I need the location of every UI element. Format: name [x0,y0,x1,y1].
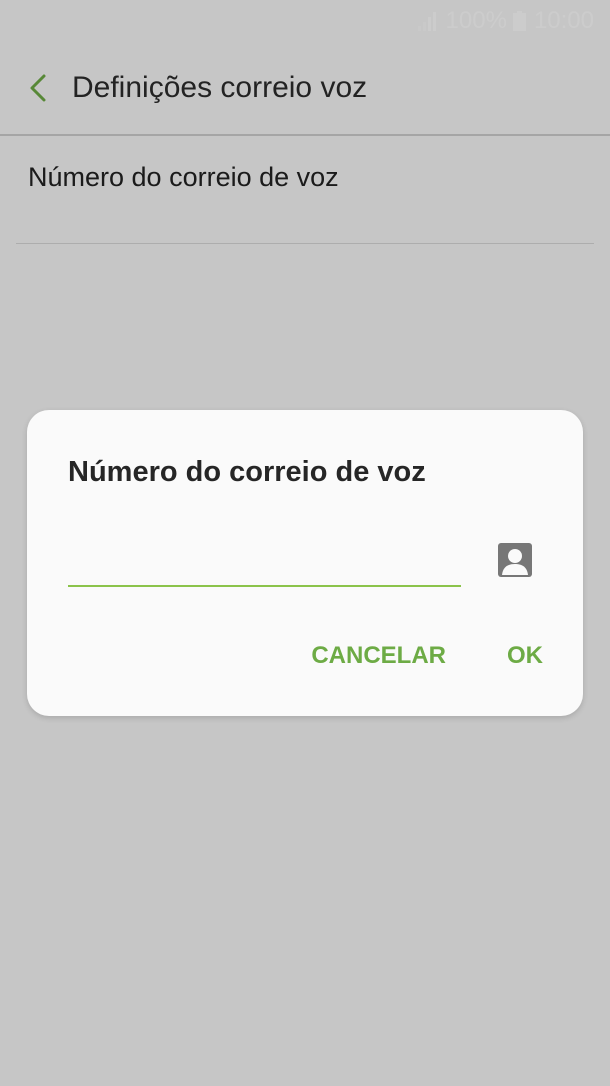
dialog-actions: CANCELAR OK [311,642,543,670]
ok-button[interactable]: OK [507,642,543,670]
voicemail-number-input[interactable] [68,545,461,587]
dialog-title: Número do correio de voz [68,456,426,488]
voicemail-number-dialog: Número do correio de voz CANCELAR OK [27,410,583,716]
cancel-button[interactable]: CANCELAR [311,642,446,670]
contacts-button[interactable] [497,542,533,578]
contact-icon [498,543,532,577]
